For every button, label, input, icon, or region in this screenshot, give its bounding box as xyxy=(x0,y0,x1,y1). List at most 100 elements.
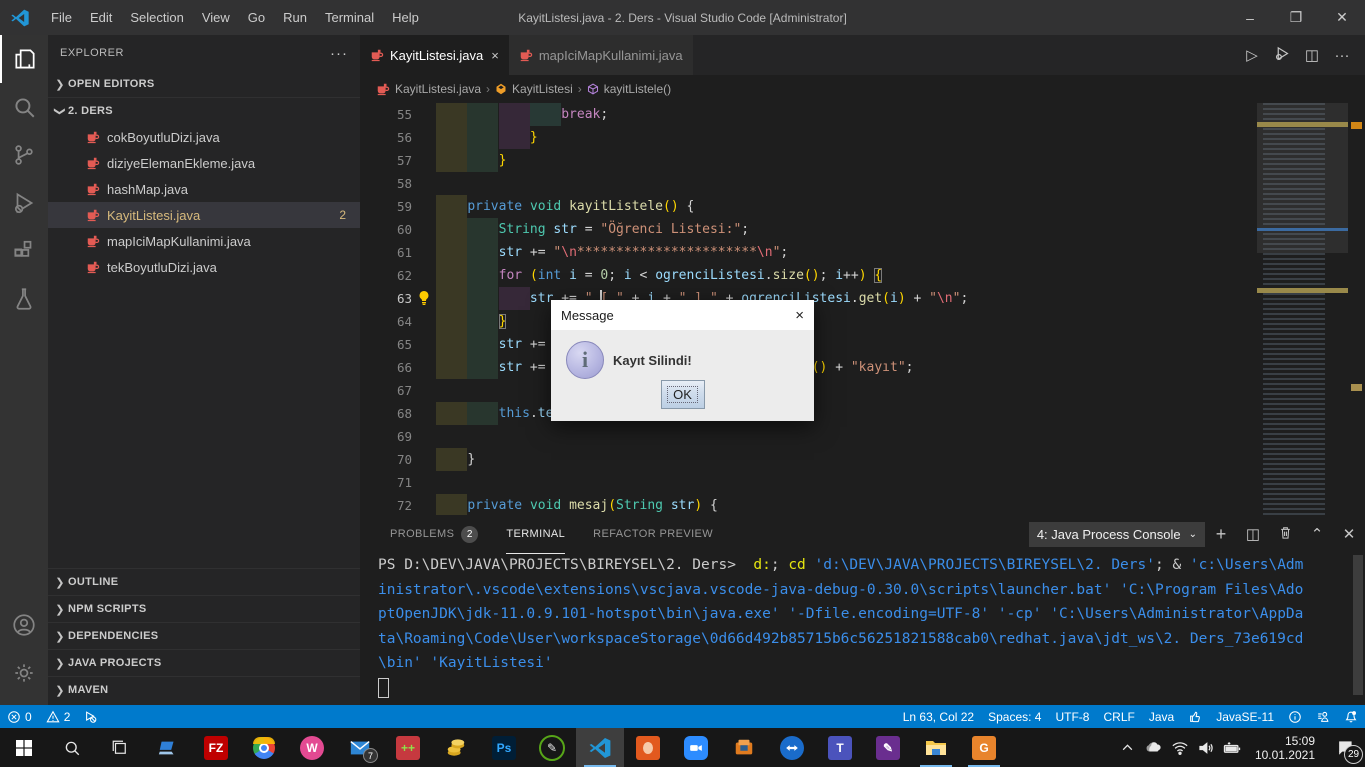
status-java[interactable]: Java xyxy=(1142,705,1181,728)
tab-mapIciMapKullanimi.java[interactable]: mapIciMapKullanimi.java xyxy=(508,35,694,75)
sidebar-more-icon[interactable]: ··· xyxy=(330,45,348,62)
tab-KayitListesi.java[interactable]: KayitListesi.java × xyxy=(360,35,509,75)
folder-section[interactable]: ❯ 2. DERS xyxy=(48,97,360,124)
orange-cube-app-icon[interactable] xyxy=(720,728,768,767)
explorer-icon[interactable] xyxy=(0,35,48,83)
wifi-icon[interactable] xyxy=(1167,728,1193,767)
wampserver-icon[interactable]: W xyxy=(288,728,336,767)
file-item[interactable]: hashMap.java xyxy=(48,176,360,202)
terminal[interactable]: PS D:\DEV\JAVA\PROJECTS\BIREYSEL\2. Ders… xyxy=(360,553,1365,705)
file-item[interactable]: tekBoyutluDizi.java xyxy=(48,254,360,280)
status-utf-8[interactable]: UTF-8 xyxy=(1048,705,1096,728)
menu-selection[interactable]: Selection xyxy=(121,10,192,25)
account-icon[interactable] xyxy=(0,601,48,649)
extensions-icon[interactable] xyxy=(0,227,48,275)
volume-icon[interactable] xyxy=(1193,728,1219,767)
breadcrumb-item[interactable]: KayitListesi.java xyxy=(376,82,481,96)
new-terminal-icon[interactable]: + xyxy=(1205,524,1237,545)
chevron-up-icon[interactable] xyxy=(1115,728,1141,767)
menu-edit[interactable]: Edit xyxy=(81,10,121,25)
screen-capture-app-icon[interactable] xyxy=(624,728,672,767)
pdf-app-icon[interactable]: G xyxy=(960,728,1008,767)
status-ln-63-col-22[interactable]: Ln 63, Col 22 xyxy=(896,705,981,728)
split-editor-icon[interactable]: ◫ xyxy=(1297,46,1327,64)
settings-gear-icon[interactable] xyxy=(0,649,48,697)
status-debug-icon[interactable] xyxy=(77,705,105,728)
ok-button[interactable]: OK xyxy=(660,380,705,409)
menu-help[interactable]: Help xyxy=(383,10,428,25)
search-icon[interactable] xyxy=(0,83,48,131)
search-taskbar-icon[interactable] xyxy=(48,728,96,767)
status-javase-11[interactable]: JavaSE-11 xyxy=(1209,705,1281,728)
section-java-projects[interactable]: ❯ JAVA PROJECTS xyxy=(48,649,360,676)
status-thumbsup-icon[interactable] xyxy=(1181,705,1209,728)
onedrive-icon[interactable] xyxy=(1141,728,1167,767)
menu-go[interactable]: Go xyxy=(239,10,274,25)
terminal-scrollbar[interactable] xyxy=(1353,555,1363,695)
code-editor[interactable]: 55 break; 56 } 57 } 58 59 private void kayit… xyxy=(360,103,1365,515)
file-explorer-icon[interactable] xyxy=(912,728,960,767)
breadcrumb-item[interactable]: kayitListele() xyxy=(587,82,671,96)
status-crlf[interactable]: CRLF xyxy=(1096,705,1141,728)
status-bell-icon[interactable] xyxy=(1337,705,1365,728)
filezilla-icon[interactable]: FZ xyxy=(192,728,240,767)
zoom-app-icon[interactable] xyxy=(672,728,720,767)
file-item[interactable]: cokBoyutluDizi.java xyxy=(48,124,360,150)
run-debug-icon[interactable] xyxy=(0,179,48,227)
coins-app-icon[interactable] xyxy=(432,728,480,767)
laptop-app-icon[interactable] xyxy=(144,728,192,767)
mail-icon[interactable]: 7 xyxy=(336,728,384,767)
minimap[interactable] xyxy=(1257,103,1348,515)
lightbulb-icon[interactable] xyxy=(416,290,432,306)
file-item[interactable]: mapIciMapKullanimi.java xyxy=(48,228,360,254)
vscode-icon[interactable] xyxy=(576,728,624,767)
teams-icon[interactable]: T xyxy=(816,728,864,767)
status-spaces-4[interactable]: Spaces: 4 xyxy=(981,705,1048,728)
close-button[interactable]: ✕ xyxy=(1319,0,1365,35)
dialog-close-icon[interactable]: × xyxy=(795,307,804,324)
task-view-icon[interactable] xyxy=(96,728,144,767)
breadcrumb-item[interactable]: KayitListesi xyxy=(495,82,573,96)
debug-run-button[interactable] xyxy=(1267,45,1297,66)
menu-terminal[interactable]: Terminal xyxy=(316,10,383,25)
open-editors-section[interactable]: ❯ OPEN EDITORS xyxy=(48,71,360,97)
section-npm-scripts[interactable]: ❯ NPM SCRIPTS xyxy=(48,595,360,622)
editor-scrollbar[interactable] xyxy=(1348,103,1365,515)
start-icon[interactable] xyxy=(0,728,48,767)
section-maven[interactable]: ❯ MAVEN xyxy=(48,676,360,703)
menu-view[interactable]: View xyxy=(193,10,239,25)
purple-pen-app-icon[interactable]: ✎ xyxy=(864,728,912,767)
close-panel-icon[interactable]: ✕ xyxy=(1333,525,1365,543)
status-2[interactable]: 2 xyxy=(39,705,78,728)
menu-run[interactable]: Run xyxy=(274,10,316,25)
status-info-icon[interactable] xyxy=(1281,705,1309,728)
notification-center-icon[interactable]: 29 xyxy=(1325,728,1365,767)
panel-tab-problems[interactable]: PROBLEMS 2 xyxy=(390,515,479,553)
terminal-select[interactable]: 4: Java Process Console ⌄ xyxy=(1028,521,1205,547)
green-pen-app-icon[interactable]: ✎ xyxy=(528,728,576,767)
section-outline[interactable]: ❯ OUTLINE xyxy=(48,568,360,595)
photoshop-icon[interactable]: Ps xyxy=(480,728,528,767)
teamviewer-icon[interactable] xyxy=(768,728,816,767)
restore-button[interactable]: ❐ xyxy=(1273,0,1319,35)
menu-file[interactable]: File xyxy=(42,10,81,25)
file-item[interactable]: diziyeElemanEkleme.java xyxy=(48,150,360,176)
red-plusplus-app-icon[interactable]: ++ xyxy=(384,728,432,767)
maximize-panel-icon[interactable]: ⌃ xyxy=(1301,525,1333,543)
file-item[interactable]: KayitListesi.java 2 xyxy=(48,202,360,228)
minimize-button[interactable]: – xyxy=(1227,0,1273,35)
status-0[interactable]: 0 xyxy=(0,705,39,728)
run-button[interactable]: ▷ xyxy=(1237,46,1267,64)
panel-tab-refactor-preview[interactable]: REFACTOR PREVIEW xyxy=(593,515,713,553)
taskbar-clock[interactable]: 15:09 10.01.2021 xyxy=(1245,734,1325,762)
status-feedback-icon[interactable] xyxy=(1309,705,1337,728)
panel-tab-terminal[interactable]: TERMINAL xyxy=(506,515,566,554)
tab-close-icon[interactable]: × xyxy=(491,48,499,63)
more-actions-icon[interactable]: ··· xyxy=(1327,47,1357,64)
chrome-icon[interactable] xyxy=(240,728,288,767)
section-dependencies[interactable]: ❯ DEPENDENCIES xyxy=(48,622,360,649)
test-icon[interactable] xyxy=(0,275,48,323)
source-control-icon[interactable] xyxy=(0,131,48,179)
battery-icon[interactable] xyxy=(1219,728,1245,767)
split-terminal-icon[interactable]: ◫ xyxy=(1237,525,1269,543)
